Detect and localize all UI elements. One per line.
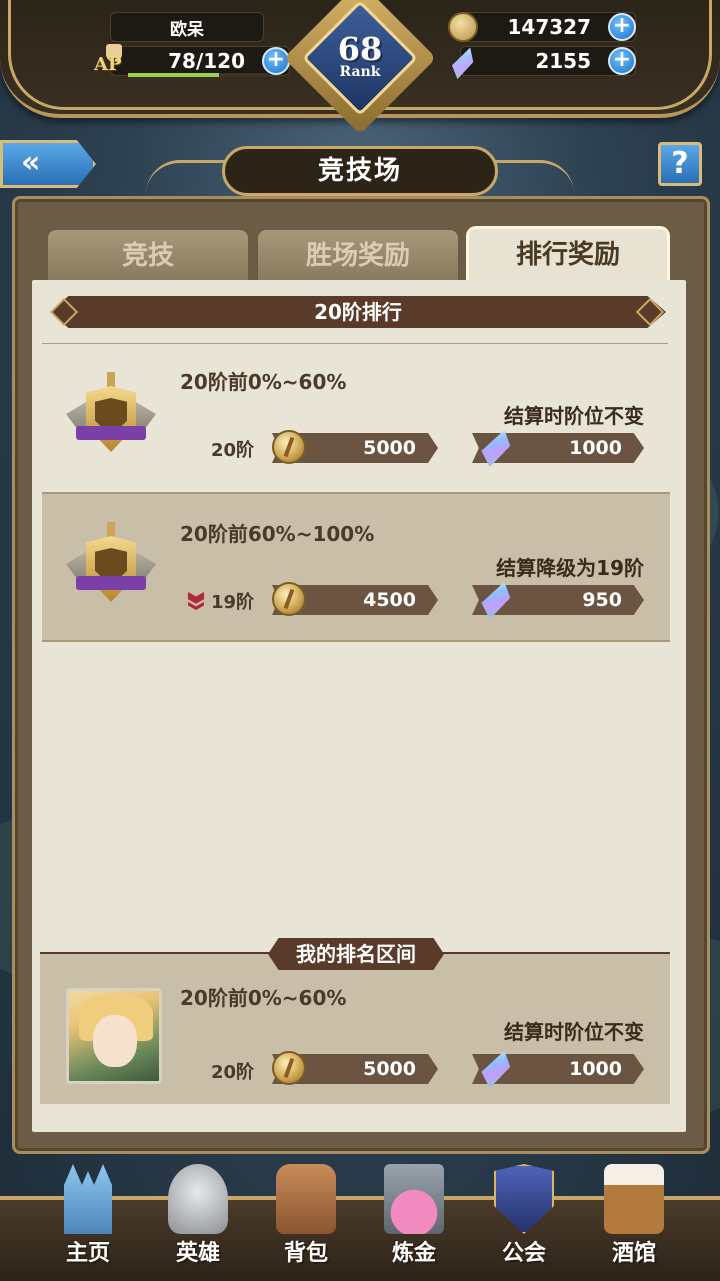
help-button[interactable]: ? [658, 142, 702, 186]
nav-bag[interactable]: 背包 [256, 1164, 356, 1281]
nav-label: 主页 [65, 1241, 110, 1266]
gold-coin-icon [272, 1051, 306, 1085]
my-rank-condition: 20阶前0%~60% [180, 986, 347, 1010]
tab-rank-rewards[interactable]: 排行奖励 [466, 226, 670, 282]
shield-ribbon [76, 426, 146, 440]
tab-win-rewards[interactable]: 胜场奖励 [256, 228, 460, 280]
rank-condition: 20阶前0%~60% [180, 370, 347, 394]
ap-progress-bar [128, 73, 268, 77]
nav-heroes[interactable]: 英雄 [148, 1164, 248, 1281]
player-avatar[interactable] [66, 988, 162, 1084]
rank-tier: 19阶 [210, 592, 254, 613]
add-gems-button[interactable]: + [608, 47, 636, 75]
rank-result: 结算降级为19阶 [496, 556, 644, 580]
avatar-face [93, 1015, 137, 1067]
rank-shield-icon [66, 522, 156, 622]
gold-coin-icon [272, 582, 306, 616]
potion-icon [384, 1164, 444, 1234]
player-name: 欧呆 [110, 12, 264, 42]
guild-shield-icon [494, 1164, 554, 1234]
nav-guild[interactable]: 公会 [474, 1164, 574, 1281]
nav-tavern[interactable]: 酒馆 [584, 1164, 684, 1281]
rank-label: Rank [339, 64, 381, 80]
section-title: 20阶排行 [50, 296, 666, 328]
nav-label: 酒馆 [611, 1241, 656, 1266]
reward-row: 20阶前60%~100% 19阶 结算降级为19阶 4500 950 [42, 492, 670, 642]
my-rank-result: 结算时阶位不变 [504, 1020, 644, 1044]
backpack-icon [276, 1164, 336, 1234]
ap-label: AP [94, 54, 122, 75]
tavern-icon [604, 1164, 664, 1234]
add-ap-button[interactable]: + [262, 47, 290, 75]
nav-home[interactable]: 主页 [38, 1164, 138, 1281]
nav-label: 炼金 [391, 1241, 436, 1266]
my-rank-tier: 20阶 [210, 1062, 254, 1083]
rank-number: 68 [337, 30, 383, 68]
rank-tier: 20阶 [210, 440, 254, 461]
back-button[interactable]: « [0, 140, 96, 188]
gold-coin-icon [272, 430, 306, 464]
add-gold-button[interactable]: + [608, 13, 636, 41]
tab-arena[interactable]: 竞技 [46, 228, 250, 280]
reward-row: 20阶前0%~60% 20阶 结算时阶位不变 5000 1000 [42, 344, 670, 492]
my-rank-title: 我的排名区间 [268, 938, 444, 970]
nav-alchemy[interactable]: 炼金 [364, 1164, 464, 1281]
back-arrow-icon: « [21, 145, 41, 180]
rank-condition: 20阶前60%~100% [180, 522, 375, 546]
shield-ribbon [76, 576, 146, 590]
rank-shield-icon [66, 372, 156, 472]
knight-helmet-icon [168, 1164, 228, 1234]
nav-label: 背包 [283, 1241, 328, 1266]
nav-label: 公会 [501, 1241, 546, 1266]
ap-progress-fill [128, 73, 219, 77]
castle-icon [64, 1164, 112, 1234]
rank-result: 结算时阶位不变 [504, 404, 644, 428]
nav-label: 英雄 [175, 1241, 220, 1266]
gold-coin-icon [448, 12, 478, 42]
page-title: 竞技场 [222, 146, 498, 196]
